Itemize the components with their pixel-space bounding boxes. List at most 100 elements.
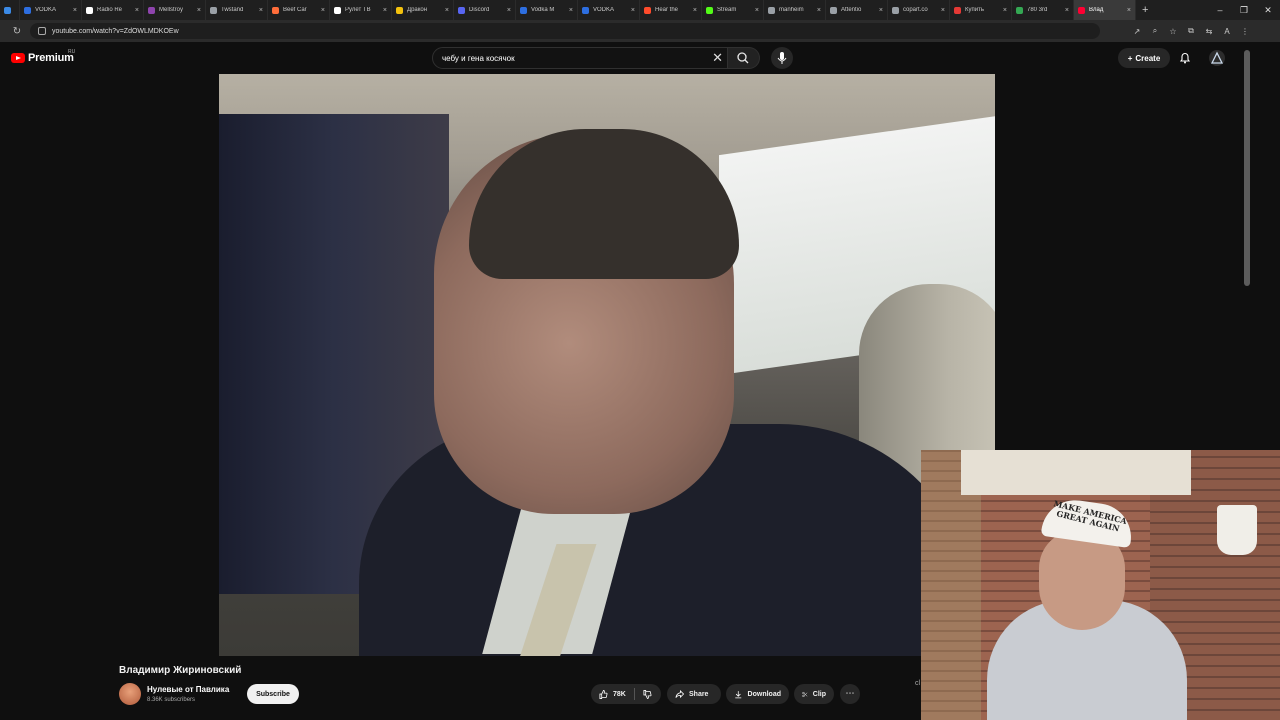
profile-icon[interactable]: A <box>1222 27 1232 36</box>
tab-close-icon[interactable]: × <box>73 7 77 14</box>
thumbs-up-icon[interactable] <box>599 689 608 699</box>
minimize-button[interactable]: – <box>1208 0 1232 20</box>
tab-favicon-icon <box>520 6 527 14</box>
tab-close-icon[interactable]: × <box>631 7 635 14</box>
browser-tab[interactable]: Discord × <box>454 0 516 20</box>
partial-text: cl <box>915 680 921 687</box>
tab-close-icon[interactable]: × <box>1065 7 1069 14</box>
browser-tab[interactable]: Влад × <box>1074 0 1136 20</box>
download-icon <box>735 690 742 698</box>
tab-close-icon[interactable]: × <box>941 7 945 14</box>
browser-tab[interactable]: Купить × <box>950 0 1012 20</box>
browser-tab[interactable]: manheim × <box>764 0 826 20</box>
tab-favicon-icon <box>24 6 31 14</box>
tab-title: Radio Re <box>97 7 123 13</box>
tab-favicon-icon <box>954 6 961 14</box>
tab-title: 780 3rd <box>1027 7 1048 13</box>
browser-tab[interactable]: Mellstroy × <box>144 0 206 20</box>
download-label: Download <box>747 690 781 698</box>
tab-close-icon[interactable]: × <box>879 7 883 14</box>
browser-tab[interactable]: Twstand × <box>206 0 268 20</box>
tab-favicon-icon <box>272 6 279 14</box>
new-tab-button[interactable]: + <box>1142 4 1148 16</box>
browser-tab[interactable]: Дракон × <box>392 0 454 20</box>
voice-search-button[interactable] <box>771 47 793 69</box>
tab-title: VODKA <box>35 7 57 13</box>
open-in-app-icon[interactable]: ↗ <box>1132 27 1142 36</box>
browser-tab[interactable]: copart.co × <box>888 0 950 20</box>
search-query[interactable]: чебу и гена косячок <box>442 54 515 63</box>
tab-close-icon[interactable]: × <box>817 7 821 14</box>
tab-close-icon[interactable]: × <box>135 7 139 14</box>
browser-tab[interactable]: VODKA × <box>578 0 640 20</box>
more-actions-button[interactable]: ⋯ <box>840 684 860 704</box>
tab-title: Влад <box>1089 7 1104 13</box>
tab-favicon-icon <box>892 6 899 14</box>
microphone-icon <box>777 52 787 64</box>
tab-close-icon[interactable]: × <box>507 7 511 14</box>
tab-close-icon[interactable]: × <box>569 7 573 14</box>
tab-favicon-icon <box>1078 6 1085 14</box>
subscribe-button[interactable]: Subscribe <box>247 684 299 704</box>
browser-tab[interactable]: Vodka M × <box>516 0 578 20</box>
share-arrow-icon <box>675 689 684 698</box>
clip-label: Clip <box>812 690 826 698</box>
notifications-bell-icon[interactable] <box>1178 51 1192 65</box>
create-label: Create <box>1135 53 1161 63</box>
tab-close-icon[interactable]: × <box>197 7 201 14</box>
clip-button[interactable]: Clip <box>794 684 834 704</box>
menu-icon[interactable]: ⋮ <box>1240 27 1250 36</box>
like-count[interactable]: 78K <box>613 691 626 698</box>
channel-name[interactable]: Нулевые от Павлика <box>147 685 229 694</box>
tab-favicon-icon <box>458 6 465 14</box>
close-window-button[interactable]: ✕ <box>1256 0 1280 20</box>
tab-close-icon[interactable]: × <box>445 7 449 14</box>
search-input[interactable]: чебу и гена косячок ✕ <box>432 47 728 69</box>
share-button[interactable]: Share <box>667 684 721 704</box>
tab-favicon-icon <box>86 6 93 14</box>
browser-tab[interactable]: Hear the × <box>640 0 702 20</box>
browser-tab[interactable]: Stream × <box>702 0 764 20</box>
create-button[interactable]: + Create <box>1118 48 1170 68</box>
tab-close-icon[interactable]: × <box>321 7 325 14</box>
tab-title: Stream <box>717 7 737 13</box>
tab-close-icon[interactable]: × <box>693 7 697 14</box>
clear-search-icon[interactable]: ✕ <box>712 50 723 66</box>
window-controls: – ❐ ✕ <box>1208 0 1280 20</box>
browser-tab[interactable]: Beef Car × <box>268 0 330 20</box>
tab-close-icon[interactable]: × <box>755 7 759 14</box>
tab-close-icon[interactable]: × <box>259 7 263 14</box>
youtube-premium-logo[interactable]: Premium RU <box>11 49 76 64</box>
tab-favicon-icon <box>706 6 713 14</box>
account-avatar[interactable] <box>1209 50 1225 66</box>
zoom-icon[interactable]: ⌕ <box>1150 26 1160 36</box>
browser-tab[interactable]: 780 3rd × <box>1012 0 1074 20</box>
page-scrollbar-thumb[interactable] <box>1244 50 1250 286</box>
browser-tab[interactable]: Attentio × <box>826 0 888 20</box>
address-url[interactable]: youtube.com/watch?v=ZdOWLMDKOEw <box>52 28 179 35</box>
tab-close-icon[interactable]: × <box>1127 7 1131 14</box>
extensions-icon[interactable]: ⧉ <box>1186 26 1196 36</box>
reload-icon[interactable]: ↻ <box>0 26 34 37</box>
tab-close-icon[interactable]: × <box>1003 7 1007 14</box>
browser-tab[interactable]: VODKA × <box>20 0 82 20</box>
site-info-icon[interactable] <box>38 27 46 35</box>
tab-favicon-icon <box>768 6 775 14</box>
browser-tab[interactable]: Radio Re × <box>82 0 144 20</box>
thumbs-down-icon[interactable] <box>643 689 652 699</box>
address-bar[interactable]: youtube.com/watch?v=ZdOWLMDKOEw <box>30 23 1100 39</box>
channel-avatar[interactable] <box>119 683 141 705</box>
bookmark-star-icon[interactable]: ☆ <box>1168 27 1178 36</box>
tab-close-icon[interactable]: × <box>383 7 387 14</box>
browser-tab[interactable]: Рулет ТВ × <box>330 0 392 20</box>
search-button[interactable] <box>728 47 760 69</box>
tab-favicon-icon <box>582 6 589 14</box>
youtube-play-icon <box>11 53 25 63</box>
logo-region: RU <box>68 49 76 55</box>
cast-icon[interactable]: ⇆ <box>1204 27 1214 36</box>
tab-title: Attentio <box>841 7 862 13</box>
download-button[interactable]: Download <box>726 684 789 704</box>
browser-tab[interactable] <box>0 0 20 20</box>
maximize-button[interactable]: ❐ <box>1232 0 1256 20</box>
video-player[interactable] <box>219 74 995 656</box>
